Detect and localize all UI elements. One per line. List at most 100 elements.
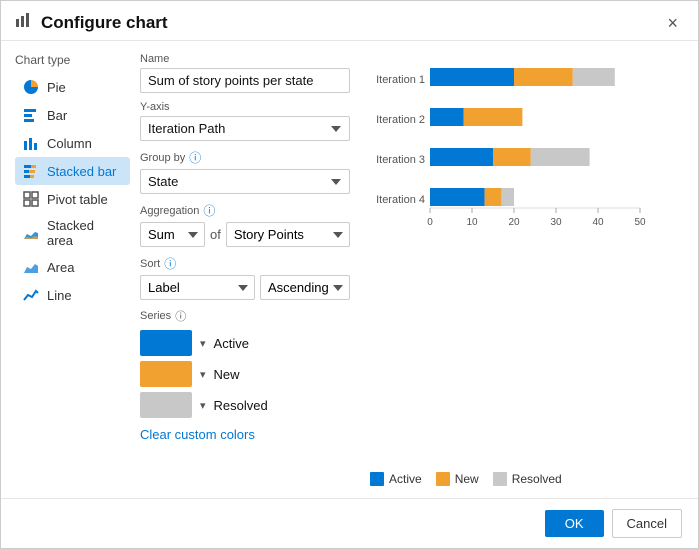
chart-type-column[interactable]: Column [15, 129, 130, 157]
bar-it4-active [430, 188, 485, 206]
chart-area: Iteration 1 Iteration 2 Iteration 3 Iter… [370, 53, 684, 466]
name-input[interactable] [140, 68, 350, 93]
chart-legend: Active New Resolved [370, 472, 684, 486]
yaxis-select[interactable]: Iteration Path Area Path Assigned To [140, 116, 350, 141]
chart-type-pivot-table[interactable]: Pivot table [15, 185, 130, 213]
chart-type-list: Pie Bar [15, 73, 130, 309]
pie-icon [22, 78, 40, 96]
groupby-select[interactable]: State Assigned To Area Path [140, 169, 350, 194]
series-color-resolved[interactable] [140, 392, 192, 418]
chart-type-stacked-bar[interactable]: Stacked bar [15, 157, 130, 185]
svg-text:0: 0 [427, 217, 433, 228]
aggregation-info-icon[interactable]: ⓘ [203, 202, 215, 219]
sort-info-icon[interactable]: ⓘ [164, 255, 176, 272]
chart-type-pie[interactable]: Pie [15, 73, 130, 101]
series-item-active: ▾ Active [140, 330, 350, 356]
sort-row: Label Value Ascending Descending [140, 275, 350, 300]
series-info-icon[interactable]: ⓘ [175, 308, 186, 324]
line-icon [22, 286, 40, 304]
aggregation-field-select[interactable]: Story Points Remaining Work Effort [226, 222, 350, 247]
series-chevron-active[interactable]: ▾ [200, 337, 206, 350]
aggregation-func-select[interactable]: Sum Count Average [140, 222, 205, 247]
dialog-footer: OK Cancel [1, 498, 698, 548]
chart-title-icon [15, 11, 33, 34]
clear-custom-colors-link[interactable]: Clear custom colors [140, 427, 255, 442]
svg-text:30: 30 [550, 217, 562, 228]
title-left: Configure chart [15, 11, 168, 34]
yaxis-label: Y-axis [140, 101, 350, 113]
aggregation-row: Sum Count Average of Story Points Remain… [140, 222, 350, 247]
legend-label-resolved: Resolved [512, 472, 562, 486]
legend-label-new: New [455, 472, 479, 486]
series-field-group: Series ⓘ ▾ Active ▾ New [140, 308, 350, 442]
name-field-group: Name [140, 53, 350, 93]
cancel-button[interactable]: Cancel [612, 509, 682, 538]
groupby-label: Group by ⓘ [140, 149, 350, 166]
bar-it1-new [514, 68, 573, 86]
dialog-body: Chart type Pie [1, 41, 698, 498]
svg-text:50: 50 [634, 217, 646, 228]
dialog-titlebar: Configure chart × [1, 1, 698, 41]
legend-label-active: Active [389, 472, 422, 486]
chart-type-panel: Chart type Pie [15, 53, 130, 486]
configure-chart-dialog: Configure chart × Chart type Pie [0, 0, 699, 549]
svg-text:Iteration 1: Iteration 1 [376, 74, 425, 86]
chart-type-label: Chart type [15, 53, 130, 67]
chart-type-area-label: Area [47, 260, 74, 275]
bar-it3-active [430, 148, 493, 166]
legend-color-resolved [493, 472, 507, 486]
column-icon [22, 134, 40, 152]
legend-item-new: New [436, 472, 479, 486]
series-color-active[interactable] [140, 330, 192, 356]
sort-field-select[interactable]: Label Value [140, 275, 255, 300]
series-chevron-resolved[interactable]: ▾ [200, 399, 206, 412]
legend-color-new [436, 472, 450, 486]
svg-text:10: 10 [466, 217, 478, 228]
legend-color-active [370, 472, 384, 486]
sort-field-group: Sort ⓘ Label Value Ascending Descending [140, 255, 350, 300]
area-icon [22, 258, 40, 276]
series-name-resolved: Resolved [214, 398, 268, 413]
chart-type-line[interactable]: Line [15, 281, 130, 309]
series-color-new[interactable] [140, 361, 192, 387]
bar-it3-new [493, 148, 531, 166]
bar-it1-resolved [573, 68, 615, 86]
chart-type-stacked-area-label: Stacked area [47, 218, 123, 248]
series-list: ▾ Active ▾ New ▾ Resolved [140, 330, 350, 418]
bar-it1-active [430, 68, 514, 86]
dialog-title: Configure chart [41, 13, 168, 33]
sort-direction-select[interactable]: Ascending Descending [260, 275, 350, 300]
svg-text:20: 20 [508, 217, 520, 228]
name-label: Name [140, 53, 350, 65]
pivot-icon [22, 190, 40, 208]
series-chevron-new[interactable]: ▾ [200, 368, 206, 381]
chart-type-bar-label: Bar [47, 108, 67, 123]
aggregation-field-group: Aggregation ⓘ Sum Count Average of Story… [140, 202, 350, 247]
series-item-new: ▾ New [140, 361, 350, 387]
svg-text:Iteration 2: Iteration 2 [376, 114, 425, 126]
legend-item-active: Active [370, 472, 422, 486]
config-panel: Name Y-axis Iteration Path Area Path Ass… [140, 53, 350, 486]
legend-item-resolved: Resolved [493, 472, 562, 486]
series-name-active: Active [214, 336, 249, 351]
bar-it4-resolved [501, 188, 514, 206]
of-label: of [210, 227, 221, 242]
close-button[interactable]: × [661, 12, 684, 34]
chart-preview-panel: Iteration 1 Iteration 2 Iteration 3 Iter… [360, 53, 684, 486]
ok-button[interactable]: OK [545, 510, 604, 537]
svg-text:40: 40 [592, 217, 604, 228]
bar-it4-new [485, 188, 502, 206]
chart-type-bar[interactable]: Bar [15, 101, 130, 129]
chart-type-stacked-area[interactable]: Stacked area [15, 213, 130, 253]
aggregation-label: Aggregation ⓘ [140, 202, 350, 219]
series-item-resolved: ▾ Resolved [140, 392, 350, 418]
groupby-info-icon[interactable]: ⓘ [189, 149, 201, 166]
chart-type-pivot-label: Pivot table [47, 192, 108, 207]
bar-icon [22, 106, 40, 124]
bar-it2-new [464, 108, 523, 126]
series-name-new: New [214, 367, 240, 382]
svg-text:Iteration 4: Iteration 4 [376, 194, 425, 206]
yaxis-field-group: Y-axis Iteration Path Area Path Assigned… [140, 101, 350, 141]
stacked-bar-icon [22, 162, 40, 180]
chart-type-area[interactable]: Area [15, 253, 130, 281]
